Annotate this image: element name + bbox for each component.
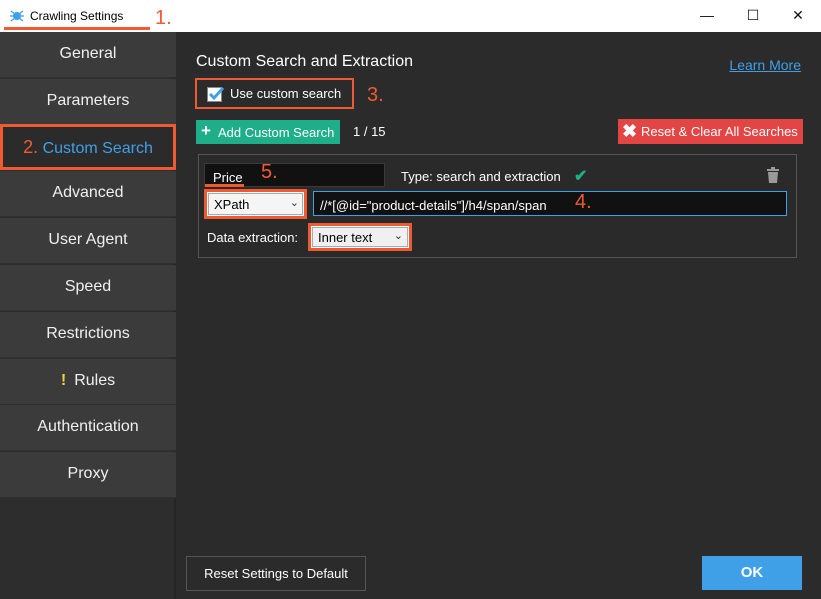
sidebar-item-label: Speed xyxy=(64,278,112,295)
spider-app-icon xyxy=(10,10,24,22)
check-icon: ✔ xyxy=(574,168,588,185)
annotation-underline-5 xyxy=(205,184,244,187)
main-panel: Custom Search and Extraction Learn More … xyxy=(178,32,821,599)
sidebar-item-restrictions[interactable]: Restrictions xyxy=(0,312,176,358)
sidebar-item-label: Restrictions xyxy=(46,325,130,342)
checkmark-icon xyxy=(208,86,225,101)
data-extraction-value: Inner text xyxy=(318,230,373,245)
minimize-button[interactable]: — xyxy=(684,0,730,32)
method-select-highlight: XPath ⌄ xyxy=(204,189,307,219)
reset-settings-button[interactable]: Reset Settings to Default xyxy=(186,556,366,591)
settings-sidebar: General Parameters 2. Custom Search Adva… xyxy=(0,32,176,599)
annotation-3: 3. xyxy=(367,84,384,106)
sidebar-item-label: Parameters xyxy=(46,92,130,109)
chevron-down-icon: ⌄ xyxy=(289,197,299,209)
annotation-underline-1 xyxy=(4,27,150,30)
use-custom-search-checkbox[interactable] xyxy=(207,86,225,102)
sidebar-item-proxy[interactable]: Proxy xyxy=(0,452,176,498)
search-count: 1 / 15 xyxy=(353,124,386,139)
sidebar-item-label: Proxy xyxy=(67,465,109,482)
sidebar-item-label: Rules xyxy=(74,372,116,389)
custom-search-card: Price 5. Type: search and extraction ✔ X… xyxy=(198,154,797,258)
search-method-select[interactable]: XPath ⌄ xyxy=(208,193,303,215)
sidebar-item-label: User Agent xyxy=(48,231,128,248)
add-custom-search-label: Add Custom Search xyxy=(218,125,335,140)
sidebar-item-label: Advanced xyxy=(52,184,124,201)
sidebar-item-advanced[interactable]: Advanced xyxy=(0,171,176,217)
reset-clear-all-label: Reset & Clear All Searches xyxy=(641,124,798,139)
add-custom-search-button[interactable]: + Add Custom Search xyxy=(196,120,340,144)
annotation-2: 2. xyxy=(23,137,39,157)
data-extraction-label: Data extraction: xyxy=(207,230,299,245)
ok-button[interactable]: OK xyxy=(702,556,802,590)
sidebar-item-user-agent[interactable]: User Agent xyxy=(0,218,176,264)
page-title: Custom Search and Extraction xyxy=(196,53,413,70)
sidebar-item-label: Authentication xyxy=(37,418,139,435)
use-custom-search-label: Use custom search xyxy=(230,86,342,101)
title-bar: Crawling Settings 1. — ☐ ✕ xyxy=(0,0,821,32)
use-custom-search-highlight: Use custom search xyxy=(195,78,354,109)
annotation-1: 1. xyxy=(155,7,172,29)
sidebar-item-label: Custom Search xyxy=(42,140,153,157)
warning-icon: ! xyxy=(60,372,67,389)
trash-icon[interactable] xyxy=(766,167,780,183)
search-type-label: Type: search and extraction xyxy=(401,169,561,184)
sidebar-item-speed[interactable]: Speed xyxy=(0,265,176,311)
sidebar-item-parameters[interactable]: Parameters xyxy=(0,79,176,125)
annotation-4: 4. xyxy=(575,191,592,213)
plus-icon: + xyxy=(201,121,211,140)
annotation-5: 5. xyxy=(261,161,278,183)
xpath-expression-input[interactable]: //*[@id="product-details"]/h4/span/span xyxy=(313,191,787,216)
window-title: Crawling Settings xyxy=(30,9,124,23)
data-extraction-select[interactable]: Inner text ⌄ xyxy=(312,227,408,247)
reset-clear-all-button[interactable]: ✖ Reset & Clear All Searches xyxy=(618,119,803,144)
sidebar-item-rules[interactable]: ! Rules xyxy=(0,359,176,405)
sidebar-item-custom-search[interactable]: 2. Custom Search xyxy=(0,124,176,170)
learn-more-link[interactable]: Learn More xyxy=(729,57,801,73)
sidebar-item-authentication[interactable]: Authentication xyxy=(0,405,176,451)
sidebar-item-label: General xyxy=(59,45,117,62)
extraction-select-highlight: Inner text ⌄ xyxy=(308,223,412,251)
sidebar-item-general[interactable]: General xyxy=(0,32,176,78)
maximize-button[interactable]: ☐ xyxy=(730,0,776,32)
close-button[interactable]: ✕ xyxy=(775,0,821,32)
search-method-value: XPath xyxy=(214,197,250,212)
chevron-down-icon: ⌄ xyxy=(393,230,403,242)
close-icon: ✖ xyxy=(622,121,638,141)
